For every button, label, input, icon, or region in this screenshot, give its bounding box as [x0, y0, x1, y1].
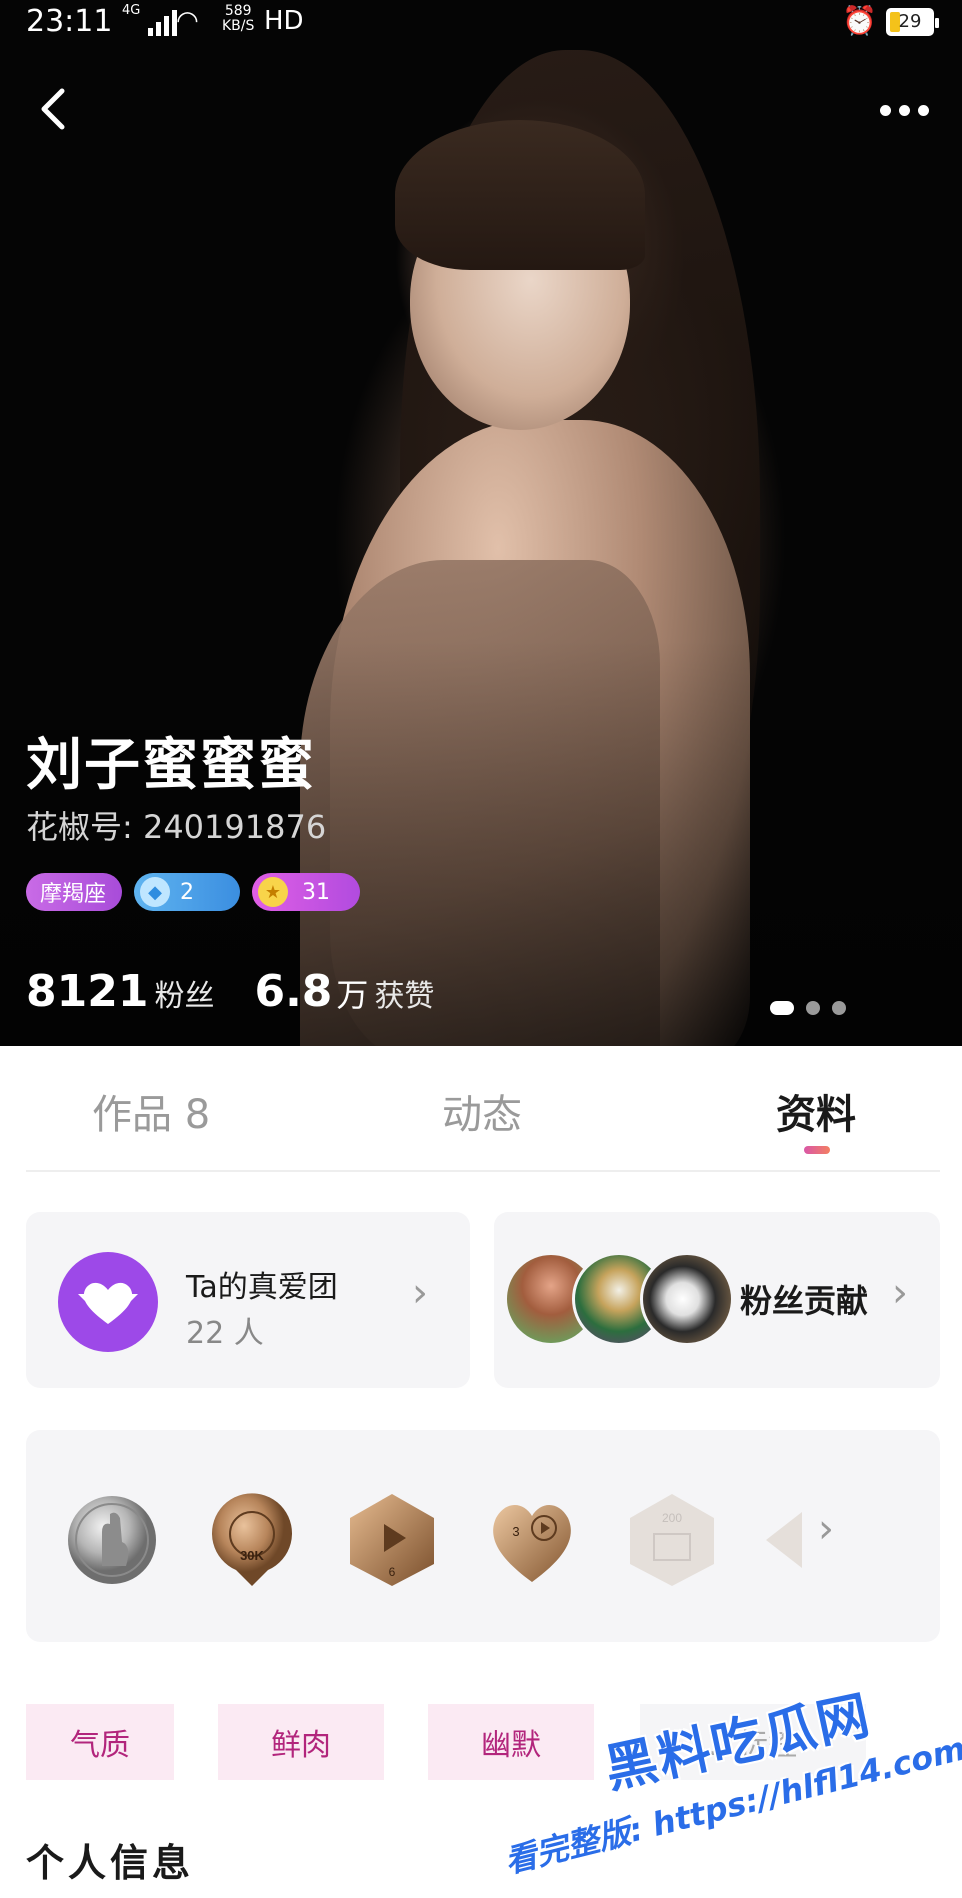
likes-unit: 万 [336, 976, 369, 1014]
fans-count[interactable]: 8121 [26, 966, 148, 1017]
medal-30k-text: 30K [240, 1548, 264, 1563]
avatar [640, 1252, 734, 1346]
zodiac-badge[interactable]: 摩羯座 [26, 873, 122, 911]
status-time: 23:11 [26, 4, 113, 39]
back-button[interactable] [30, 85, 78, 133]
personal-info-heading: 个人信息 [26, 1841, 195, 1885]
diamond-level-badge[interactable]: ◆ 2 [134, 873, 240, 911]
chevron-right-icon: › [892, 1270, 908, 1316]
chevron-right-icon[interactable]: › [818, 1506, 834, 1552]
profile-cover-photo[interactable]: 23:11 4G ◠ 589 KB/S HD ⏰ 29 刘子蜜蜜蜜 花椒号: 2… [0, 0, 962, 1046]
tab-works[interactable]: 作品 8 [92, 1082, 210, 1140]
bronze-medal-icon: 30K [212, 1493, 292, 1586]
star-icon: ★ [258, 877, 288, 907]
profile-id: 花椒号: 240191876 [26, 808, 327, 846]
wifi-icon: ◠ [176, 6, 199, 36]
fan-contribution-card[interactable]: 粉丝贡献 › [494, 1212, 940, 1388]
personality-tag[interactable]: 气质 [26, 1704, 174, 1780]
diamond-icon: ◆ [140, 877, 170, 907]
personality-tag[interactable]: 幽默 [428, 1704, 594, 1780]
more-options-button[interactable] [880, 95, 940, 125]
profile-badges: 摩羯座 ◆ 2 ★ 31 [26, 873, 360, 911]
likes-label: 获赞 [374, 979, 435, 1014]
tab-profile-info[interactable]: 资料 [776, 1082, 856, 1140]
carousel-dot-active [770, 1001, 794, 1015]
status-bar: 23:11 4G ◠ 589 KB/S HD ⏰ 29 [0, 0, 962, 48]
tab-moments[interactable]: 动态 [442, 1082, 522, 1140]
star-level-value: 31 [302, 879, 330, 905]
fan-club-heart-icon [58, 1252, 158, 1352]
profile-tabs: 作品 8 动态 资料 [26, 1046, 940, 1172]
fan-contribution-label: 粉丝贡献 [740, 1282, 869, 1320]
locked-medal-icon [766, 1512, 802, 1568]
hd-indicator: HD [264, 6, 304, 36]
contributor-avatars [504, 1252, 734, 1348]
likes-count[interactable]: 6.8 [254, 966, 332, 1017]
medal-6-text: 6 [389, 1565, 396, 1579]
more-dot-icon [880, 104, 891, 116]
more-dot-icon [918, 104, 929, 116]
alarm-icon: ⏰ [842, 4, 877, 37]
battery-level: 29 [898, 11, 922, 32]
carousel-dot [806, 1001, 820, 1015]
locked-medal-icon: 200 [630, 1494, 714, 1586]
profile-name: 刘子蜜蜜蜜 [26, 733, 316, 798]
bronze-heart-medal-icon: 3 [493, 1505, 571, 1582]
fans-label: 粉丝 [154, 979, 215, 1014]
network-type: 4G [122, 3, 141, 18]
medal-200-text: 200 [662, 1511, 682, 1525]
chevron-right-icon: › [412, 1270, 428, 1316]
personality-tag[interactable]: 鲜肉 [218, 1704, 384, 1780]
fan-club-title: Ta的真爱团 [186, 1270, 338, 1305]
more-dot-icon [899, 104, 910, 116]
active-tab-indicator [804, 1146, 830, 1154]
star-level-badge[interactable]: ★ 31 [252, 873, 360, 911]
medal-3-text: 3 [512, 1524, 519, 1539]
fan-club-count: 22 人 [186, 1316, 264, 1351]
medals-card[interactable]: 30K 6 3 200 › [26, 1430, 940, 1642]
network-speed: 589 KB/S [222, 4, 254, 34]
diamond-level-value: 2 [180, 879, 194, 905]
battery-icon: 29 [886, 8, 939, 36]
signal-icon [148, 10, 177, 36]
network-speed-unit: KB/S [222, 18, 255, 34]
carousel-indicator [770, 1001, 846, 1015]
silver-medal-icon [68, 1496, 156, 1584]
profile-stats: 8121 粉丝 6.8 万 获赞 [26, 966, 434, 1017]
network-speed-value: 589 [224, 3, 252, 19]
chevron-left-icon [41, 88, 65, 130]
bronze-hexagon-medal-icon: 6 [350, 1494, 434, 1586]
carousel-dot [832, 1001, 846, 1015]
zodiac-label: 摩羯座 [40, 882, 107, 907]
fan-club-card[interactable]: Ta的真爱团 22 人 › [26, 1212, 470, 1388]
cover-bangs-shape [395, 120, 645, 270]
